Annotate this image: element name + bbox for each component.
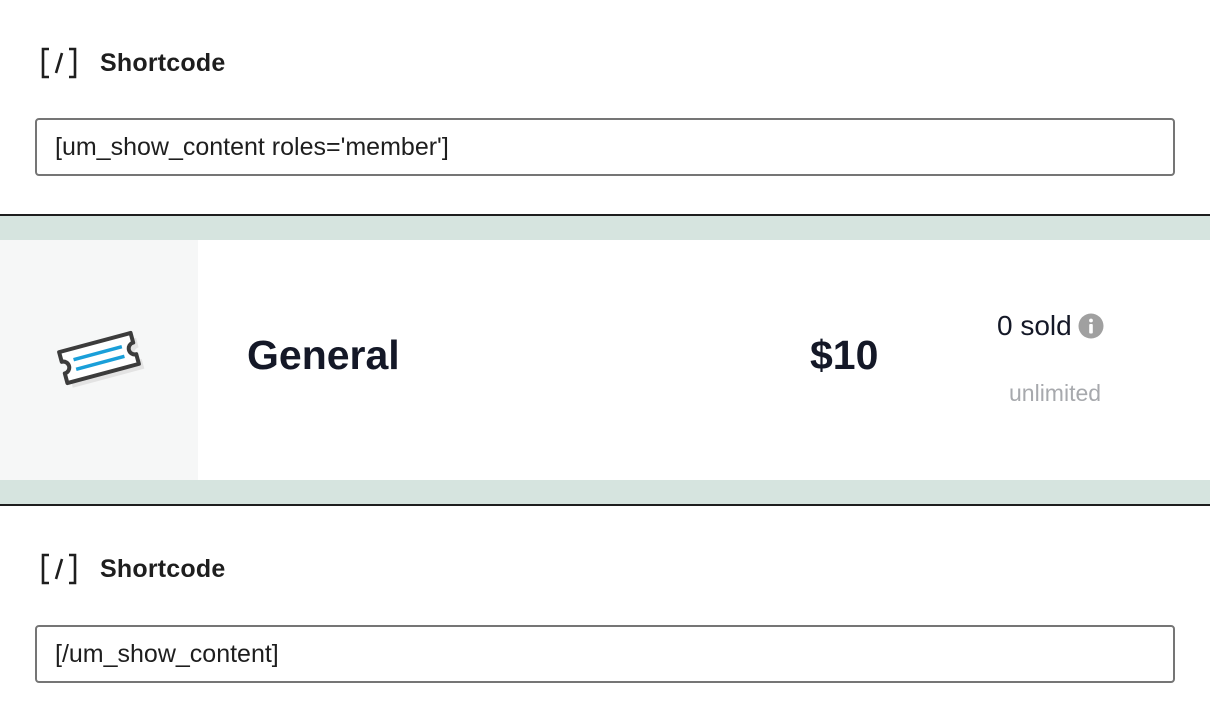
- ticket-sold-count: 0 sold: [997, 310, 1104, 342]
- shortcode-icon: [40, 551, 78, 587]
- shortcode-block-header: Shortcode: [40, 43, 225, 83]
- shortcode-input[interactable]: [35, 625, 1175, 683]
- block-label: Shortcode: [100, 554, 226, 583]
- info-icon[interactable]: [1078, 313, 1104, 339]
- shortcode-input[interactable]: [35, 118, 1175, 176]
- ticket-price: $10: [810, 332, 879, 378]
- ticket-icon-cell: [0, 240, 198, 480]
- ticket-name: General: [247, 332, 400, 378]
- ticket-icon: [44, 318, 154, 403]
- ticket-sold-label: 0 sold: [997, 310, 1072, 341]
- shortcode-icon: [40, 45, 78, 81]
- tickets-block: General $10 0 sold unlimited: [0, 214, 1210, 506]
- shortcode-block-header: Shortcode: [40, 549, 225, 589]
- ticket-capacity: unlimited: [1009, 380, 1102, 406]
- block-label: Shortcode: [100, 48, 226, 77]
- ticket-row[interactable]: General $10 0 sold unlimited: [0, 240, 1210, 480]
